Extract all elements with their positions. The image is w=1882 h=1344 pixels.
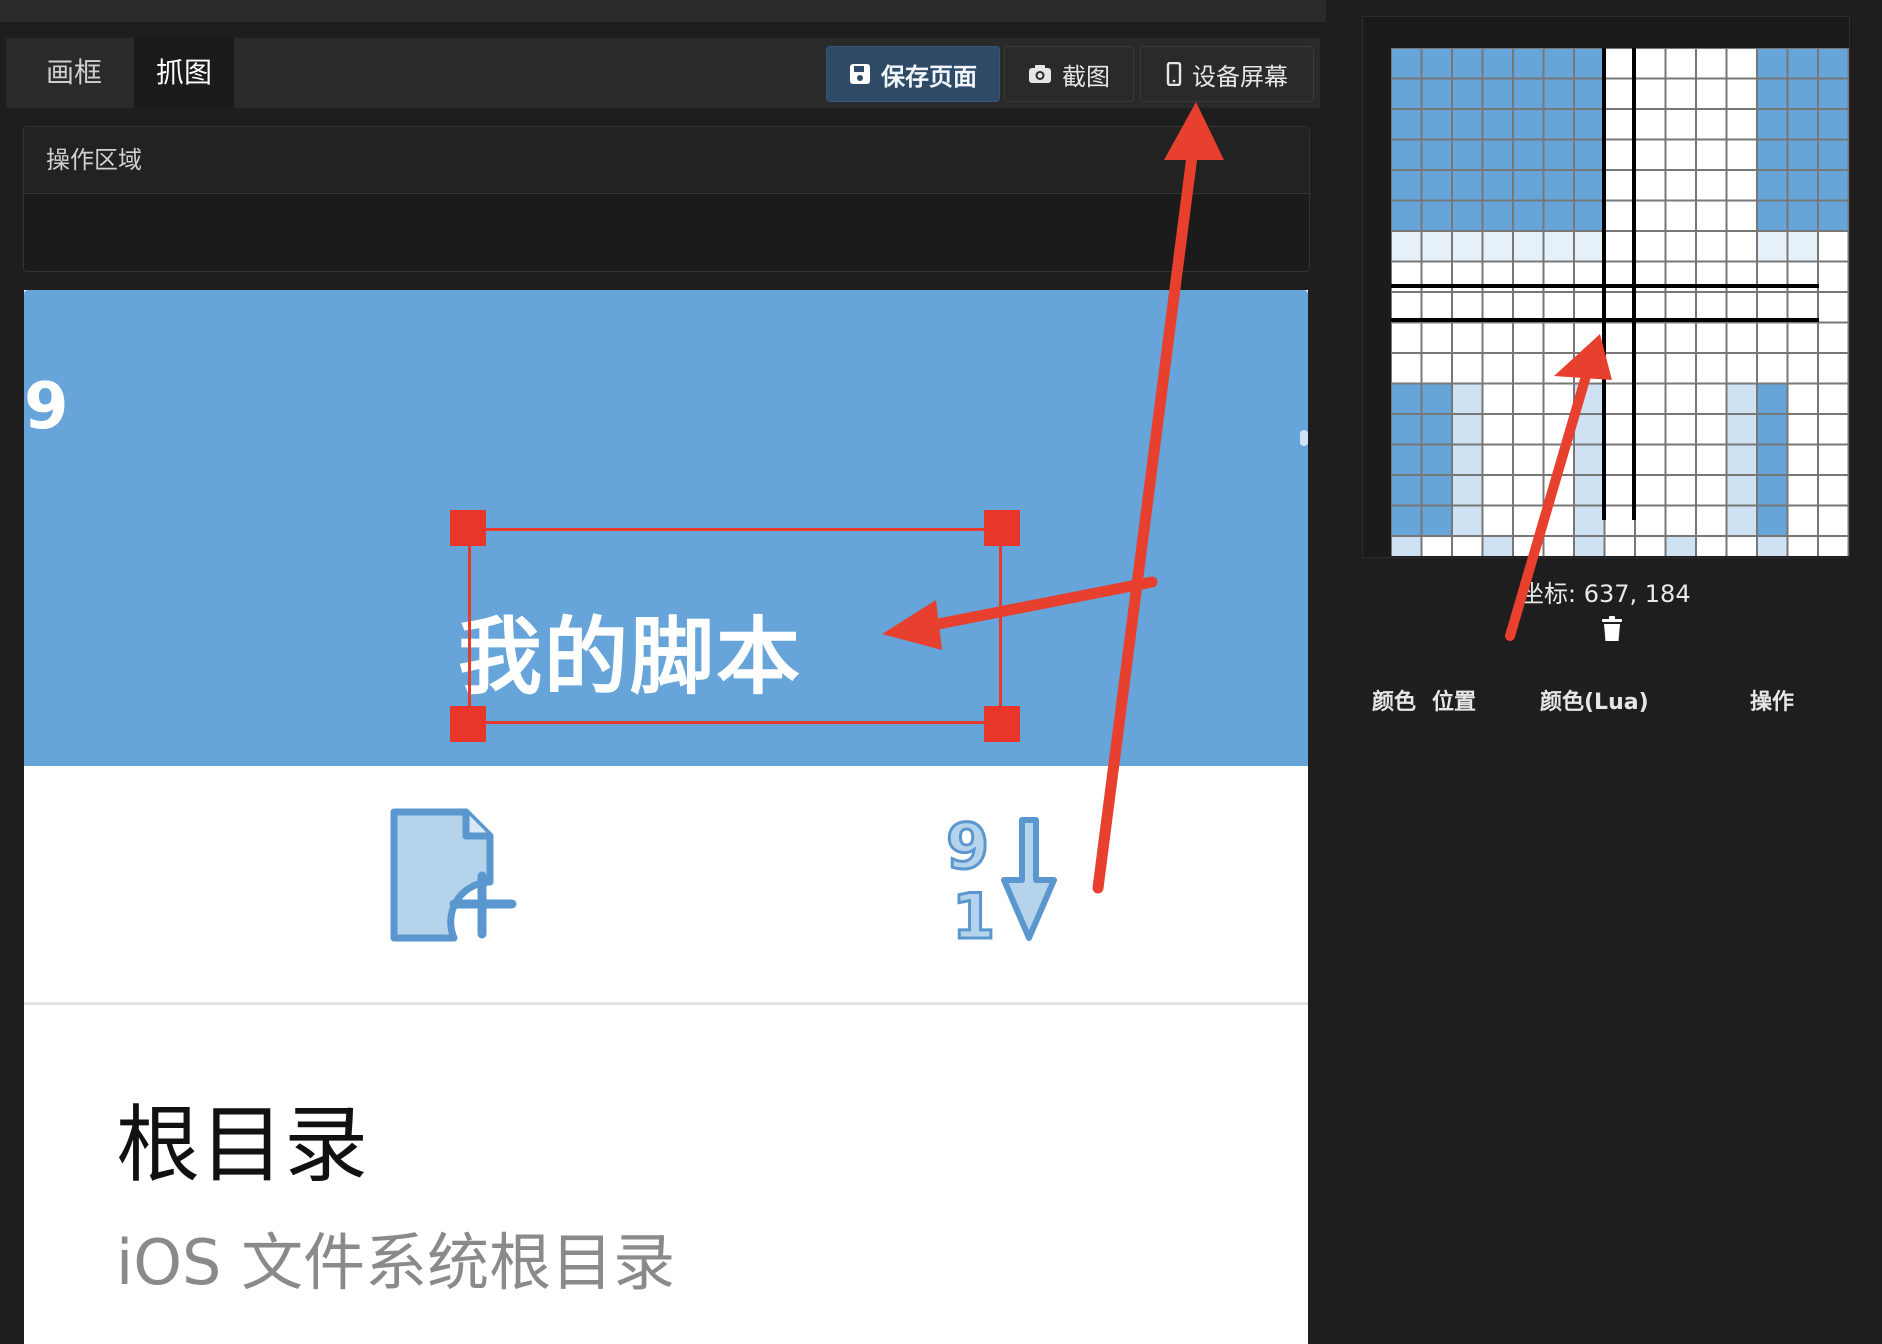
workspace: 画框 抓图 保存页面 截图 设备屏幕 操作区域 9 我的脚本 9 1 根目录 i… — [0, 0, 1326, 1344]
device-screen-button[interactable]: 设备屏幕 — [1140, 46, 1314, 102]
sort-descending-icon: 9 1 — [945, 810, 1057, 950]
trash-icon[interactable] — [1601, 616, 1623, 646]
floppy-disk-icon — [850, 64, 870, 84]
top-strip — [0, 0, 1326, 22]
root-directory-name: 根目录 — [116, 1096, 369, 1194]
color-table-header-lua-color: 颜色(Lua) — [1540, 690, 1649, 715]
coordinate-readout: 坐标: 637, 184 — [1520, 580, 1691, 608]
screenshot-button[interactable]: 截图 — [1004, 46, 1134, 102]
selection-rectangle[interactable] — [468, 528, 1002, 724]
selection-handle-top-left[interactable] — [450, 510, 486, 546]
mobile-phone-icon — [1166, 62, 1182, 86]
camera-icon — [1029, 65, 1051, 83]
selection-handle-bottom-left[interactable] — [450, 706, 486, 742]
device-screen-label: 设备屏幕 — [1192, 62, 1288, 91]
tab-bar: 画框 抓图 保存页面 截图 设备屏幕 — [6, 38, 1320, 108]
magnified-pixel-grid — [1391, 48, 1849, 556]
screenshot-label: 截图 — [1062, 62, 1110, 91]
selection-handle-bottom-right[interactable] — [984, 706, 1020, 742]
color-table-header-color: 颜色 — [1372, 690, 1417, 715]
save-page-label: 保存页面 — [881, 62, 977, 91]
svg-text:1: 1 — [952, 880, 995, 950]
icon-row: 9 1 — [24, 766, 1308, 1005]
root-directory-description: iOS 文件系统根目录 — [116, 1226, 676, 1299]
tab-draw-frame[interactable]: 画框 — [24, 38, 124, 108]
operation-panel-title: 操作区域 — [24, 127, 1309, 194]
status-bar-fragment: 9 — [24, 370, 69, 444]
color-table-header-position: 位置 — [1432, 690, 1477, 715]
tab-capture[interactable]: 抓图 — [134, 38, 235, 108]
new-file-icon — [390, 808, 517, 942]
operation-panel: 操作区域 — [23, 126, 1310, 272]
svg-text:9: 9 — [946, 810, 989, 883]
color-table-header-actions: 操作 — [1750, 690, 1795, 715]
captured-screen[interactable]: 9 我的脚本 9 1 根目录 iOS 文件系统根目录 — [24, 290, 1308, 1344]
pixel-magnifier — [1391, 48, 1849, 556]
save-page-button[interactable]: 保存页面 — [826, 46, 1000, 102]
selection-handle-top-right[interactable] — [984, 510, 1020, 546]
status-indicator — [1300, 430, 1308, 446]
